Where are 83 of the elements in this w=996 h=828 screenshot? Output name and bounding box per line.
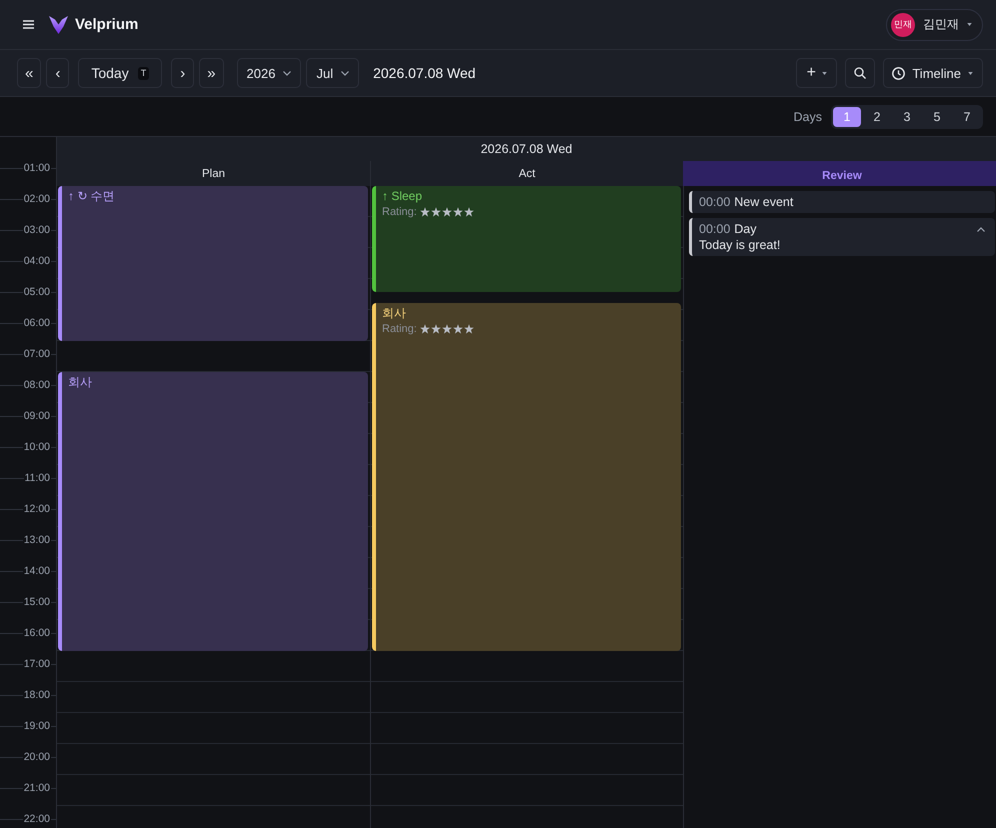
event-card[interactable]: 회사 Rating:	[372, 302, 681, 651]
search-icon	[854, 67, 866, 79]
star-icon	[420, 207, 430, 217]
select-dropdown[interactable]: 2026	[236, 58, 302, 88]
star-icon	[442, 207, 452, 217]
current-date: 2026.07.08 Wed	[373, 65, 476, 81]
event-time: 00:00	[699, 222, 730, 236]
time-label: 05:00	[22, 286, 51, 298]
event-card[interactable]: ↑ ↻ 수면	[58, 186, 368, 341]
time-label: 04:00	[22, 255, 51, 267]
time-label: 11:00	[24, 472, 51, 484]
days-label: Days	[794, 110, 822, 124]
star-icon	[452, 207, 463, 217]
time-label: 14:00	[22, 565, 51, 577]
avatar: 민재	[891, 12, 915, 36]
time-label: 01:00	[22, 162, 51, 174]
view-select[interactable]: Timeline	[883, 58, 983, 88]
chevron-down-icon	[283, 70, 292, 76]
time-label: 08:00	[22, 379, 51, 391]
event-card[interactable]: ↑ Sleep Rating:	[372, 186, 681, 292]
shortcut-key: T	[138, 66, 150, 80]
day-count-option[interactable]: 2	[863, 106, 891, 126]
star-icon	[442, 324, 452, 334]
app-name: Velprium	[75, 16, 138, 33]
time-label: 22:00	[22, 813, 51, 825]
event-title: ↑ Sleep	[382, 189, 422, 204]
event-title: Day	[734, 222, 757, 236]
review-card[interactable]: 00:00 New event	[689, 191, 995, 213]
logo-icon	[49, 16, 68, 34]
day-count-option[interactable]: 7	[953, 106, 981, 126]
column-header: Plan	[57, 161, 370, 186]
star-icon	[420, 324, 430, 334]
time-label: 09:00	[22, 410, 51, 422]
star-icon	[430, 207, 441, 217]
column-header: Act	[370, 161, 683, 186]
rating-label: Rating:	[382, 206, 417, 218]
search-button[interactable]	[845, 58, 876, 88]
review-card[interactable]: 00:00 Day Today is great!	[689, 218, 995, 256]
time-label: 19:00	[22, 720, 51, 732]
user-menu-button[interactable]: 민재 김민재	[886, 8, 983, 40]
nav-button[interactable]: «	[17, 58, 42, 88]
caret-icon	[822, 72, 828, 74]
day-count-option[interactable]: 3	[893, 106, 921, 126]
chevron-down-icon	[341, 70, 350, 76]
column-header: Review	[683, 161, 996, 186]
today-button[interactable]: Today T	[78, 58, 162, 88]
date-header: 2026.07.08 Wed	[57, 137, 996, 161]
event-title: New event	[734, 195, 794, 209]
time-label: 06:00	[22, 317, 51, 329]
menu-icon[interactable]	[23, 20, 34, 29]
time-label: 16:00	[22, 627, 51, 639]
time-label: 03:00	[22, 224, 51, 236]
event-title: ↑ ↻ 수면	[68, 189, 115, 204]
event-title: 회사	[68, 375, 92, 390]
star-icon	[452, 324, 463, 334]
event-note: Today is great!	[699, 238, 780, 252]
time-label: 10:00	[22, 441, 51, 453]
rating-label: Rating:	[382, 322, 417, 335]
event-title: 회사	[382, 306, 406, 321]
event-time: 00:00	[699, 195, 730, 209]
star-icon	[430, 324, 441, 334]
nav-button[interactable]: ‹	[46, 58, 70, 88]
time-label: 02:00	[22, 193, 51, 205]
event-card[interactable]: 회사	[58, 372, 368, 651]
time-label: 12:00	[22, 503, 51, 515]
time-label: 17:00	[22, 658, 51, 670]
time-label: 07:00	[22, 348, 51, 360]
caret-icon	[968, 72, 973, 74]
time-label: 20:00	[22, 751, 51, 763]
day-count-option[interactable]: 5	[923, 106, 951, 126]
nav-button[interactable]: ›	[171, 58, 194, 88]
time-label: 21:00	[22, 782, 51, 794]
add-button[interactable]: +	[796, 58, 838, 88]
time-label: 18:00	[22, 689, 51, 701]
time-label: 15:00	[22, 596, 51, 608]
nav-button[interactable]: »	[199, 58, 224, 88]
caret-icon	[967, 23, 972, 26]
select-dropdown[interactable]: Jul	[306, 58, 360, 88]
chevron-up-icon[interactable]	[977, 226, 985, 232]
star-icon	[464, 207, 474, 217]
clock-icon	[892, 66, 906, 80]
star-icon	[464, 324, 474, 334]
time-label: 13:00	[22, 534, 51, 546]
